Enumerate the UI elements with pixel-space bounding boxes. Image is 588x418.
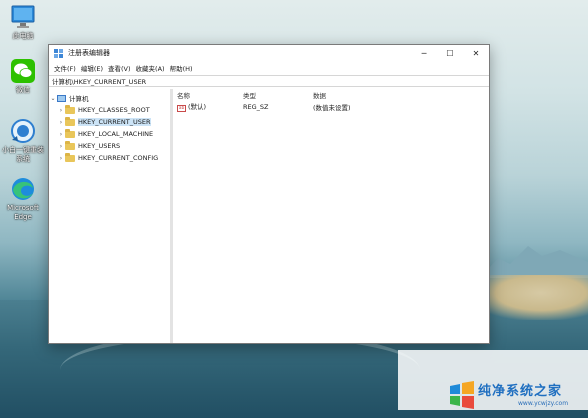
string-value-icon: ab	[177, 105, 186, 112]
menu-favorites[interactable]: 收藏夹(A)	[134, 63, 167, 73]
tree-item-label: HKEY_USERS	[78, 142, 121, 150]
maximize-icon: ☐	[446, 48, 454, 58]
panes: ⌄ 计算机 › HKEY_CLASSES_ROOT › HKEY_CURRENT…	[49, 89, 489, 343]
address-bar[interactable]: 计算机\HKEY_CURRENT_USER	[49, 75, 489, 87]
title-bar[interactable]: 注册表编辑器 ─ ☐ ✕	[49, 45, 489, 61]
chevron-right-icon[interactable]: ›	[57, 155, 65, 162]
desktop-icon-label: Microsoft Edge	[7, 204, 39, 221]
tree-item-hkcc[interactable]: › HKEY_CURRENT_CONFIG	[49, 152, 170, 164]
minimize-button[interactable]: ─	[411, 45, 437, 61]
chevron-right-icon[interactable]: ›	[57, 131, 65, 138]
watermark-brand: 纯净系统之家	[478, 384, 563, 399]
close-icon: ✕	[472, 48, 480, 58]
menu-bar: 文件(F) 编辑(E) 查看(V) 收藏夹(A) 帮助(H)	[49, 61, 489, 74]
key-tree: ⌄ 计算机 › HKEY_CLASSES_ROOT › HKEY_CURRENT…	[49, 89, 173, 343]
value-name-cell: ab (默认)	[173, 101, 243, 112]
this-pc-icon	[11, 5, 35, 28]
tree-item-hklm[interactable]: › HKEY_LOCAL_MACHINE	[49, 128, 170, 140]
tree-item-label: 计算机	[69, 95, 89, 103]
computer-icon	[57, 94, 66, 102]
value-type: REG_SZ	[243, 102, 269, 111]
desktop-icon-this-pc[interactable]: 此电脑	[2, 4, 44, 41]
maximize-button[interactable]: ☐	[437, 45, 463, 61]
menu-file[interactable]: 文件(F)	[52, 63, 78, 73]
value-data: (数值未设置)	[313, 103, 351, 112]
menu-view[interactable]: 查看(V)	[106, 63, 133, 73]
chevron-right-icon[interactable]: ›	[57, 119, 65, 126]
value-list: 名称 类型 数据 ab (默认) REG_SZ (数值未设置)	[173, 89, 489, 343]
chevron-down-icon[interactable]: ⌄	[49, 95, 57, 102]
windows-logo-icon	[450, 381, 474, 409]
tree-item-label: HKEY_LOCAL_MACHINE	[78, 130, 154, 138]
menu-help[interactable]: 帮助(H)	[168, 63, 195, 73]
table-row[interactable]: ab (默认) REG_SZ (数值未设置)	[173, 101, 489, 112]
menu-edit[interactable]: 编辑(E)	[79, 63, 105, 73]
minimize-icon: ─	[421, 48, 427, 58]
watermark-url: www.ycwjzy.com	[518, 400, 569, 407]
list-header: 名称 类型 数据	[173, 89, 489, 101]
edge-icon	[12, 178, 34, 200]
value-name: (默认)	[188, 103, 207, 111]
reinstall-tool-icon	[11, 119, 35, 143]
window-title: 注册表编辑器	[68, 49, 110, 57]
tree-item-label: HKEY_CURRENT_USER	[78, 118, 151, 126]
folder-icon	[65, 128, 75, 138]
desktop-icon-edge[interactable]: Microsoft Edge	[2, 176, 44, 222]
column-header-type[interactable]: 类型	[243, 90, 313, 100]
folder-icon	[65, 104, 75, 114]
wallpaper-hills	[480, 246, 588, 278]
folder-icon	[65, 152, 75, 162]
chevron-right-icon[interactable]: ›	[57, 107, 65, 114]
desktop-icon-reinstall[interactable]: 小白一键重装系统	[2, 118, 44, 164]
chevron-right-icon[interactable]: ›	[57, 143, 65, 150]
desktop-icon-label: 小白一键重装系统	[2, 146, 44, 163]
tree-item-computer[interactable]: ⌄ 计算机	[49, 92, 170, 104]
address-path: 计算机\HKEY_CURRENT_USER	[52, 78, 147, 86]
desktop-icon-wechat[interactable]: 微信	[2, 58, 44, 95]
desktop-icon-label: 此电脑	[12, 32, 34, 40]
desktop-icon-label: 微信	[16, 86, 30, 94]
column-header-name[interactable]: 名称	[173, 90, 243, 100]
tree-item-hkcr[interactable]: › HKEY_CLASSES_ROOT	[49, 104, 170, 116]
column-header-data[interactable]: 数据	[313, 90, 433, 100]
tree-item-label: HKEY_CLASSES_ROOT	[78, 106, 150, 114]
tree-item-hkcu[interactable]: › HKEY_CURRENT_USER	[49, 116, 170, 128]
wechat-icon	[11, 59, 35, 83]
tree-item-hku[interactable]: › HKEY_USERS	[49, 140, 170, 152]
tree-item-label: HKEY_CURRENT_CONFIG	[78, 154, 159, 162]
close-button[interactable]: ✕	[463, 45, 489, 61]
regedit-app-icon	[54, 48, 63, 58]
registry-editor-window: 注册表编辑器 ─ ☐ ✕ 文件(F) 编辑(E) 查看(V) 收藏夹(A) 帮助…	[48, 44, 490, 344]
folder-icon	[65, 140, 75, 150]
folder-icon	[65, 116, 75, 126]
